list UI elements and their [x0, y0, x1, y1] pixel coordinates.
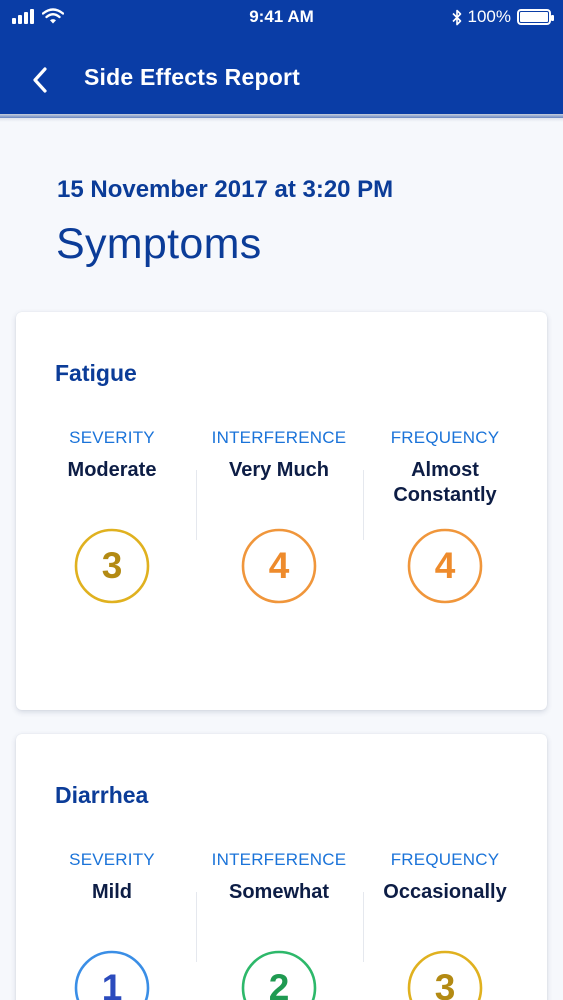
battery-icon: [517, 9, 554, 25]
score-ring: 1: [74, 950, 150, 1000]
metric-value: Almost Constantly: [393, 459, 497, 506]
score-ring: 4: [407, 528, 483, 604]
back-button[interactable]: [24, 64, 56, 96]
metric-label: FREQUENCY: [390, 428, 500, 447]
metric-frequency: FREQUENCY Occasionally 3: [362, 850, 528, 1000]
symptom-card-diarrhea[interactable]: Diarrhea SEVERITY Mild 1 INTERFERENCE So…: [16, 734, 547, 1000]
screen: 9:41 AM 100% Side Effects Report 15 Nove…: [0, 0, 563, 1000]
score-ring: 3: [407, 950, 483, 1000]
report-date: 15 November 2017 at 3:20 PM: [57, 176, 394, 203]
status-bar: 9:41 AM 100%: [0, 0, 563, 34]
score-value: 1: [101, 967, 123, 1000]
nav-shadow: [0, 114, 563, 122]
metric-value: Mild: [92, 881, 132, 903]
metric-label: SEVERITY: [69, 428, 155, 447]
nav-title: Side Effects Report: [84, 64, 300, 90]
score-ring: 2: [241, 950, 317, 1000]
metric-frequency: FREQUENCY Almost Constantly 4: [362, 428, 528, 604]
battery-percent: 100%: [467, 7, 511, 26]
nav-bar: Side Effects Report: [0, 44, 563, 114]
bluetooth-icon: [451, 9, 461, 25]
metric-value: Occasionally: [383, 881, 507, 903]
metric-label: INTERFERENCE: [211, 428, 347, 447]
symptom-card-fatigue[interactable]: Fatigue SEVERITY Moderate 3 INTERFERENCE…: [16, 312, 547, 710]
score-ring: 3: [74, 528, 150, 604]
symptom-title: Diarrhea: [55, 782, 149, 808]
top-bar: 9:41 AM 100% Side Effects Report: [0, 0, 563, 118]
symptom-title: Fatigue: [55, 360, 137, 386]
score-value: 4: [434, 545, 456, 586]
metric-severity: SEVERITY Mild 1: [29, 850, 195, 1000]
metric-value: Somewhat: [228, 881, 330, 903]
status-right: 100%: [451, 7, 554, 27]
chevron-left-icon: [33, 67, 47, 93]
metric-value: Very Much: [228, 459, 330, 481]
page-heading: Symptoms: [56, 220, 262, 268]
metric-severity: SEVERITY Moderate 3: [29, 428, 195, 604]
metric-label: INTERFERENCE: [211, 850, 347, 869]
metrics-row: SEVERITY Mild 1 INTERFERENCE Somewhat 2 …: [16, 850, 547, 1000]
metric-label: FREQUENCY: [390, 850, 500, 869]
metric-interference: INTERFERENCE Very Much 4: [196, 428, 362, 604]
metrics-row: SEVERITY Moderate 3 INTERFERENCE Very Mu…: [16, 428, 547, 628]
score-value: 4: [268, 545, 290, 586]
score-value: 3: [434, 967, 456, 1000]
score-value: 3: [101, 545, 123, 586]
score-ring: 4: [241, 528, 317, 604]
metric-label: SEVERITY: [69, 850, 155, 869]
metric-value: Moderate: [67, 459, 157, 481]
score-value: 2: [268, 967, 290, 1000]
metric-interference: INTERFERENCE Somewhat 2: [196, 850, 362, 1000]
